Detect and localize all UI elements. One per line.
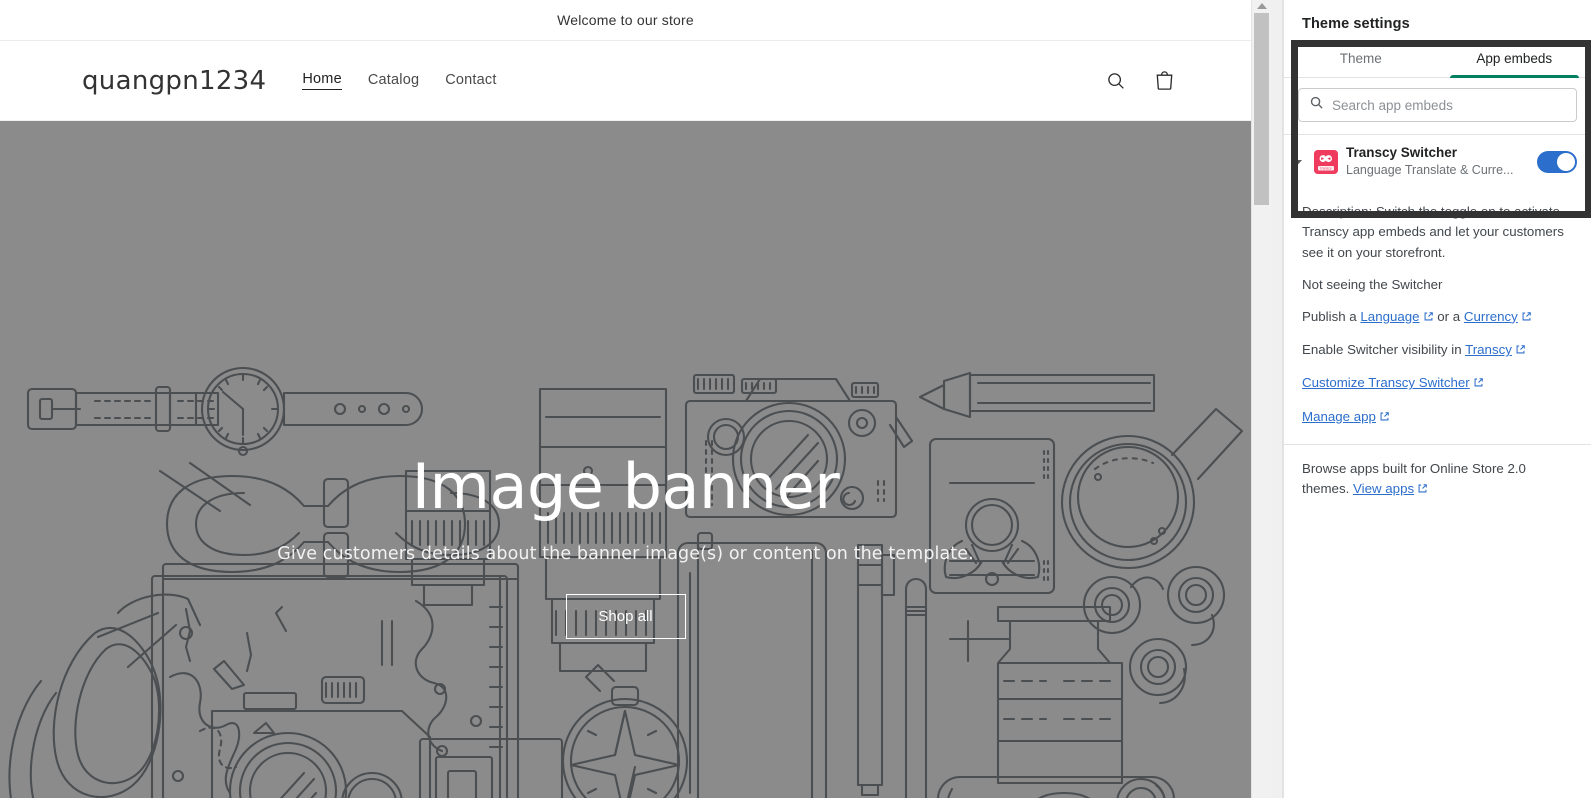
- banner-subheading: Give customers details about the banner …: [277, 544, 974, 564]
- publish-middle: or a: [1433, 308, 1464, 324]
- app-embed-meta: Transcy Switcher Language Translate & Cu…: [1346, 145, 1529, 178]
- manage-app-link[interactable]: Manage app: [1302, 409, 1376, 424]
- enable-prefix: Enable Switcher visibility in: [1302, 342, 1466, 358]
- search-icon[interactable]: [1103, 68, 1129, 94]
- panel-title: Theme settings: [1302, 16, 1410, 32]
- header-actions: [1103, 68, 1177, 94]
- storefront-preview: Welcome to our store quangpn1234 Home Ca…: [0, 0, 1271, 798]
- not-seeing-switcher-text: Not seeing the Switcher: [1302, 276, 1443, 292]
- tab-app-embeds[interactable]: App embeds: [1438, 42, 1591, 78]
- toggle-knob: [1557, 152, 1575, 171]
- banner-content: Image banner Give customers details abou…: [0, 121, 1251, 798]
- language-link[interactable]: Language: [1360, 309, 1419, 324]
- site-header: quangpn1234 Home Catalog Contact: [0, 41, 1251, 121]
- preview-scrollbar[interactable]: [1251, 0, 1271, 798]
- image-banner-section: Image banner Give customers details abou…: [0, 121, 1251, 798]
- external-link-icon: [1521, 308, 1532, 328]
- app-embed-row: transcy Transcy Switcher Language Transl…: [1284, 135, 1591, 188]
- external-link-icon: [1417, 480, 1428, 500]
- search-row: [1284, 78, 1591, 135]
- banner-heading: Image banner: [411, 450, 840, 523]
- search-input[interactable]: [1332, 97, 1566, 113]
- app-root: Welcome to our store quangpn1234 Home Ca…: [0, 0, 1591, 798]
- chevron-down-icon[interactable]: [1290, 154, 1306, 170]
- view-apps-link[interactable]: View apps: [1353, 481, 1414, 496]
- nav-item-catalog[interactable]: Catalog: [368, 72, 419, 90]
- browse-apps-line: Browse apps built for Online Store 2.0 t…: [1302, 459, 1573, 500]
- store-logo[interactable]: quangpn1234: [82, 66, 266, 96]
- publish-prefix: Publish a: [1302, 308, 1361, 324]
- browse-apps-block: Browse apps built for Online Store 2.0 t…: [1284, 445, 1591, 514]
- search-box[interactable]: [1298, 88, 1577, 122]
- currency-link[interactable]: Currency: [1464, 309, 1518, 324]
- storefront-page: Welcome to our store quangpn1234 Home Ca…: [0, 0, 1251, 798]
- panel-tabs: Theme App embeds: [1284, 42, 1591, 78]
- nav-item-home[interactable]: Home: [302, 71, 342, 90]
- scroll-up-arrow-icon[interactable]: [1256, 3, 1267, 9]
- external-link-icon: [1473, 374, 1484, 394]
- cart-icon[interactable]: [1151, 68, 1177, 94]
- manage-app-line: Manage app: [1302, 407, 1573, 428]
- svg-text:transcy: transcy: [1320, 166, 1332, 170]
- app-embed-toggle[interactable]: [1537, 150, 1577, 173]
- scrollbar-thumb[interactable]: [1254, 13, 1269, 205]
- external-link-icon: [1423, 308, 1434, 328]
- app-embed-name: Transcy Switcher: [1346, 145, 1458, 160]
- app-embed-subtitle: Language Translate & Curre...: [1346, 162, 1514, 177]
- nav-item-contact[interactable]: Contact: [445, 72, 496, 90]
- transcy-link[interactable]: Transcy: [1465, 342, 1512, 357]
- external-link-icon: [1515, 341, 1526, 361]
- external-link-icon: [1379, 408, 1390, 428]
- description-block: Description: Switch the toggle on to act…: [1284, 188, 1591, 445]
- panel-gutter: [1271, 0, 1283, 798]
- transcy-app-icon: transcy: [1314, 149, 1338, 174]
- description-paragraph: Description: Switch the toggle on to act…: [1302, 204, 1564, 260]
- shop-all-button[interactable]: Shop all: [565, 594, 686, 639]
- customize-transcy-switcher-link[interactable]: Customize Transcy Switcher: [1302, 375, 1470, 390]
- announcement-text: Welcome to our store: [557, 12, 694, 28]
- search-icon: [1309, 95, 1324, 115]
- main-nav: Home Catalog Contact: [302, 71, 496, 90]
- publish-line: Publish a Language or a Currency: [1302, 307, 1573, 328]
- customize-line: Customize Transcy Switcher: [1302, 373, 1573, 394]
- theme-settings-panel: Theme settings Theme App embeds Search a…: [1283, 0, 1591, 798]
- enable-visibility-line: Enable Switcher visibility in Transcy: [1302, 340, 1573, 361]
- tab-theme[interactable]: Theme: [1284, 42, 1438, 77]
- announcement-bar: Welcome to our store: [0, 0, 1251, 41]
